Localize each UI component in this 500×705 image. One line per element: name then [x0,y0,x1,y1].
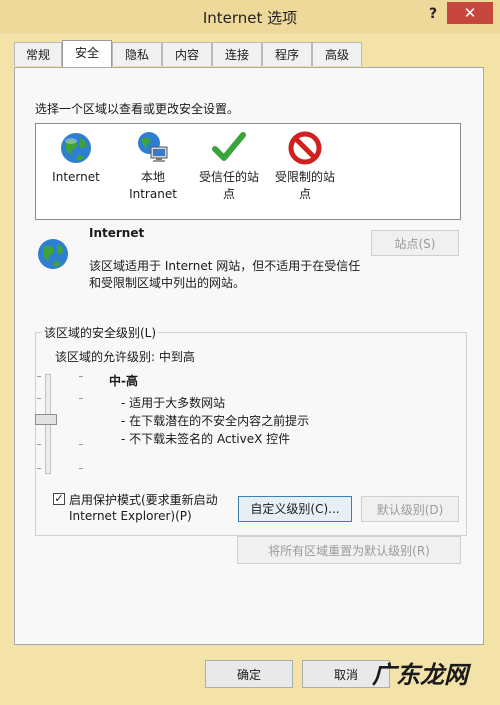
protected-mode-checkbox[interactable]: ✓ [53,493,65,505]
level-bullet: - 不下载未签名的 ActiveX 控件 [121,432,291,446]
title-bar[interactable]: Internet 选项 ? ✕ [0,0,500,34]
protected-mode-label-2: Internet Explorer)(P) [69,509,192,523]
selected-zone-desc: 该区域适用于 Internet 网站，但不适用于在受信任 [89,259,361,273]
selected-zone-name: Internet [89,226,145,240]
globe-icon [58,130,94,166]
zone-label-2: 点 [298,187,311,201]
slider-tick [79,468,83,469]
slider-tick [37,468,41,469]
reset-all-zones-button[interactable]: 将所有区域重置为默认级别(R) [237,536,461,564]
zone-label-2: 点 [222,187,235,201]
ok-button[interactable]: 确定 [205,660,293,688]
dialog-footer: 确定 取消 广东龙网 [0,645,500,705]
slider-tick [37,398,41,399]
close-button[interactable]: ✕ [447,2,493,24]
help-button[interactable]: ? [420,3,446,25]
internet-options-window: Internet 选项 ? ✕ 常规 安全 隐私 内容 连接 程序 高级 选择一… [0,0,500,705]
tab-security[interactable]: 安全 [62,40,112,67]
security-level-slider-thumb[interactable] [35,414,57,425]
sites-button[interactable]: 站点(S) [371,230,459,256]
slider-tick [79,376,83,377]
custom-level-button[interactable]: 自定义级别(C)... [238,496,352,522]
protected-mode-label: 启用保护模式(要求重新启动 [69,493,218,507]
security-panel: 选择一个区域以查看或更改安全设置。 Internet 本地 Intranet 受… [14,67,484,645]
slider-tick [79,444,83,445]
default-level-button[interactable]: 默认级别(D) [361,496,459,522]
restricted-icon [287,130,323,166]
tab-content[interactable]: 内容 [162,42,212,66]
zone-list: Internet 本地 Intranet 受信任的站 点 受限制的站 点 [35,123,461,220]
slider-tick [37,444,41,445]
security-level-legend: 该区域的安全级别(L) [42,324,159,341]
tab-advanced[interactable]: 高级 [312,42,362,66]
selected-zone-globe-icon [35,236,71,272]
zone-label: 受信任的站 [198,170,259,184]
local-intranet-icon [135,130,171,166]
tab-general[interactable]: 常规 [14,42,62,66]
zone-label-2: Intranet [129,187,177,201]
watermark-text: 广东龙网 [372,660,468,689]
slider-tick [79,398,83,399]
tab-programs[interactable]: 程序 [262,42,312,66]
zone-label: 受限制的站 [274,170,335,184]
zone-label: 本地 [140,170,165,184]
zone-restricted-sites[interactable]: 受限制的站 点 [265,130,345,203]
level-bullet: - 在下载潜在的不安全内容之前提示 [121,414,310,428]
tab-privacy[interactable]: 隐私 [112,42,162,66]
zone-instruction: 选择一个区域以查看或更改安全设置。 [35,102,240,116]
tab-connections[interactable]: 连接 [212,42,262,66]
slider-tick [37,376,41,377]
allowed-level-text: 该区域的允许级别: 中到高 [55,350,195,364]
zone-local-intranet[interactable]: 本地 Intranet [113,130,193,203]
zone-trusted-sites[interactable]: 受信任的站 点 [189,130,269,203]
zone-internet[interactable]: Internet [36,130,116,186]
checkmark-icon [211,130,247,166]
level-bullet: - 适用于大多数网站 [121,396,226,410]
security-level-name: 中-高 [109,374,138,388]
zone-label: Internet [52,170,100,184]
selected-zone-desc-2: 和受限制区域中列出的网站。 [89,276,246,290]
